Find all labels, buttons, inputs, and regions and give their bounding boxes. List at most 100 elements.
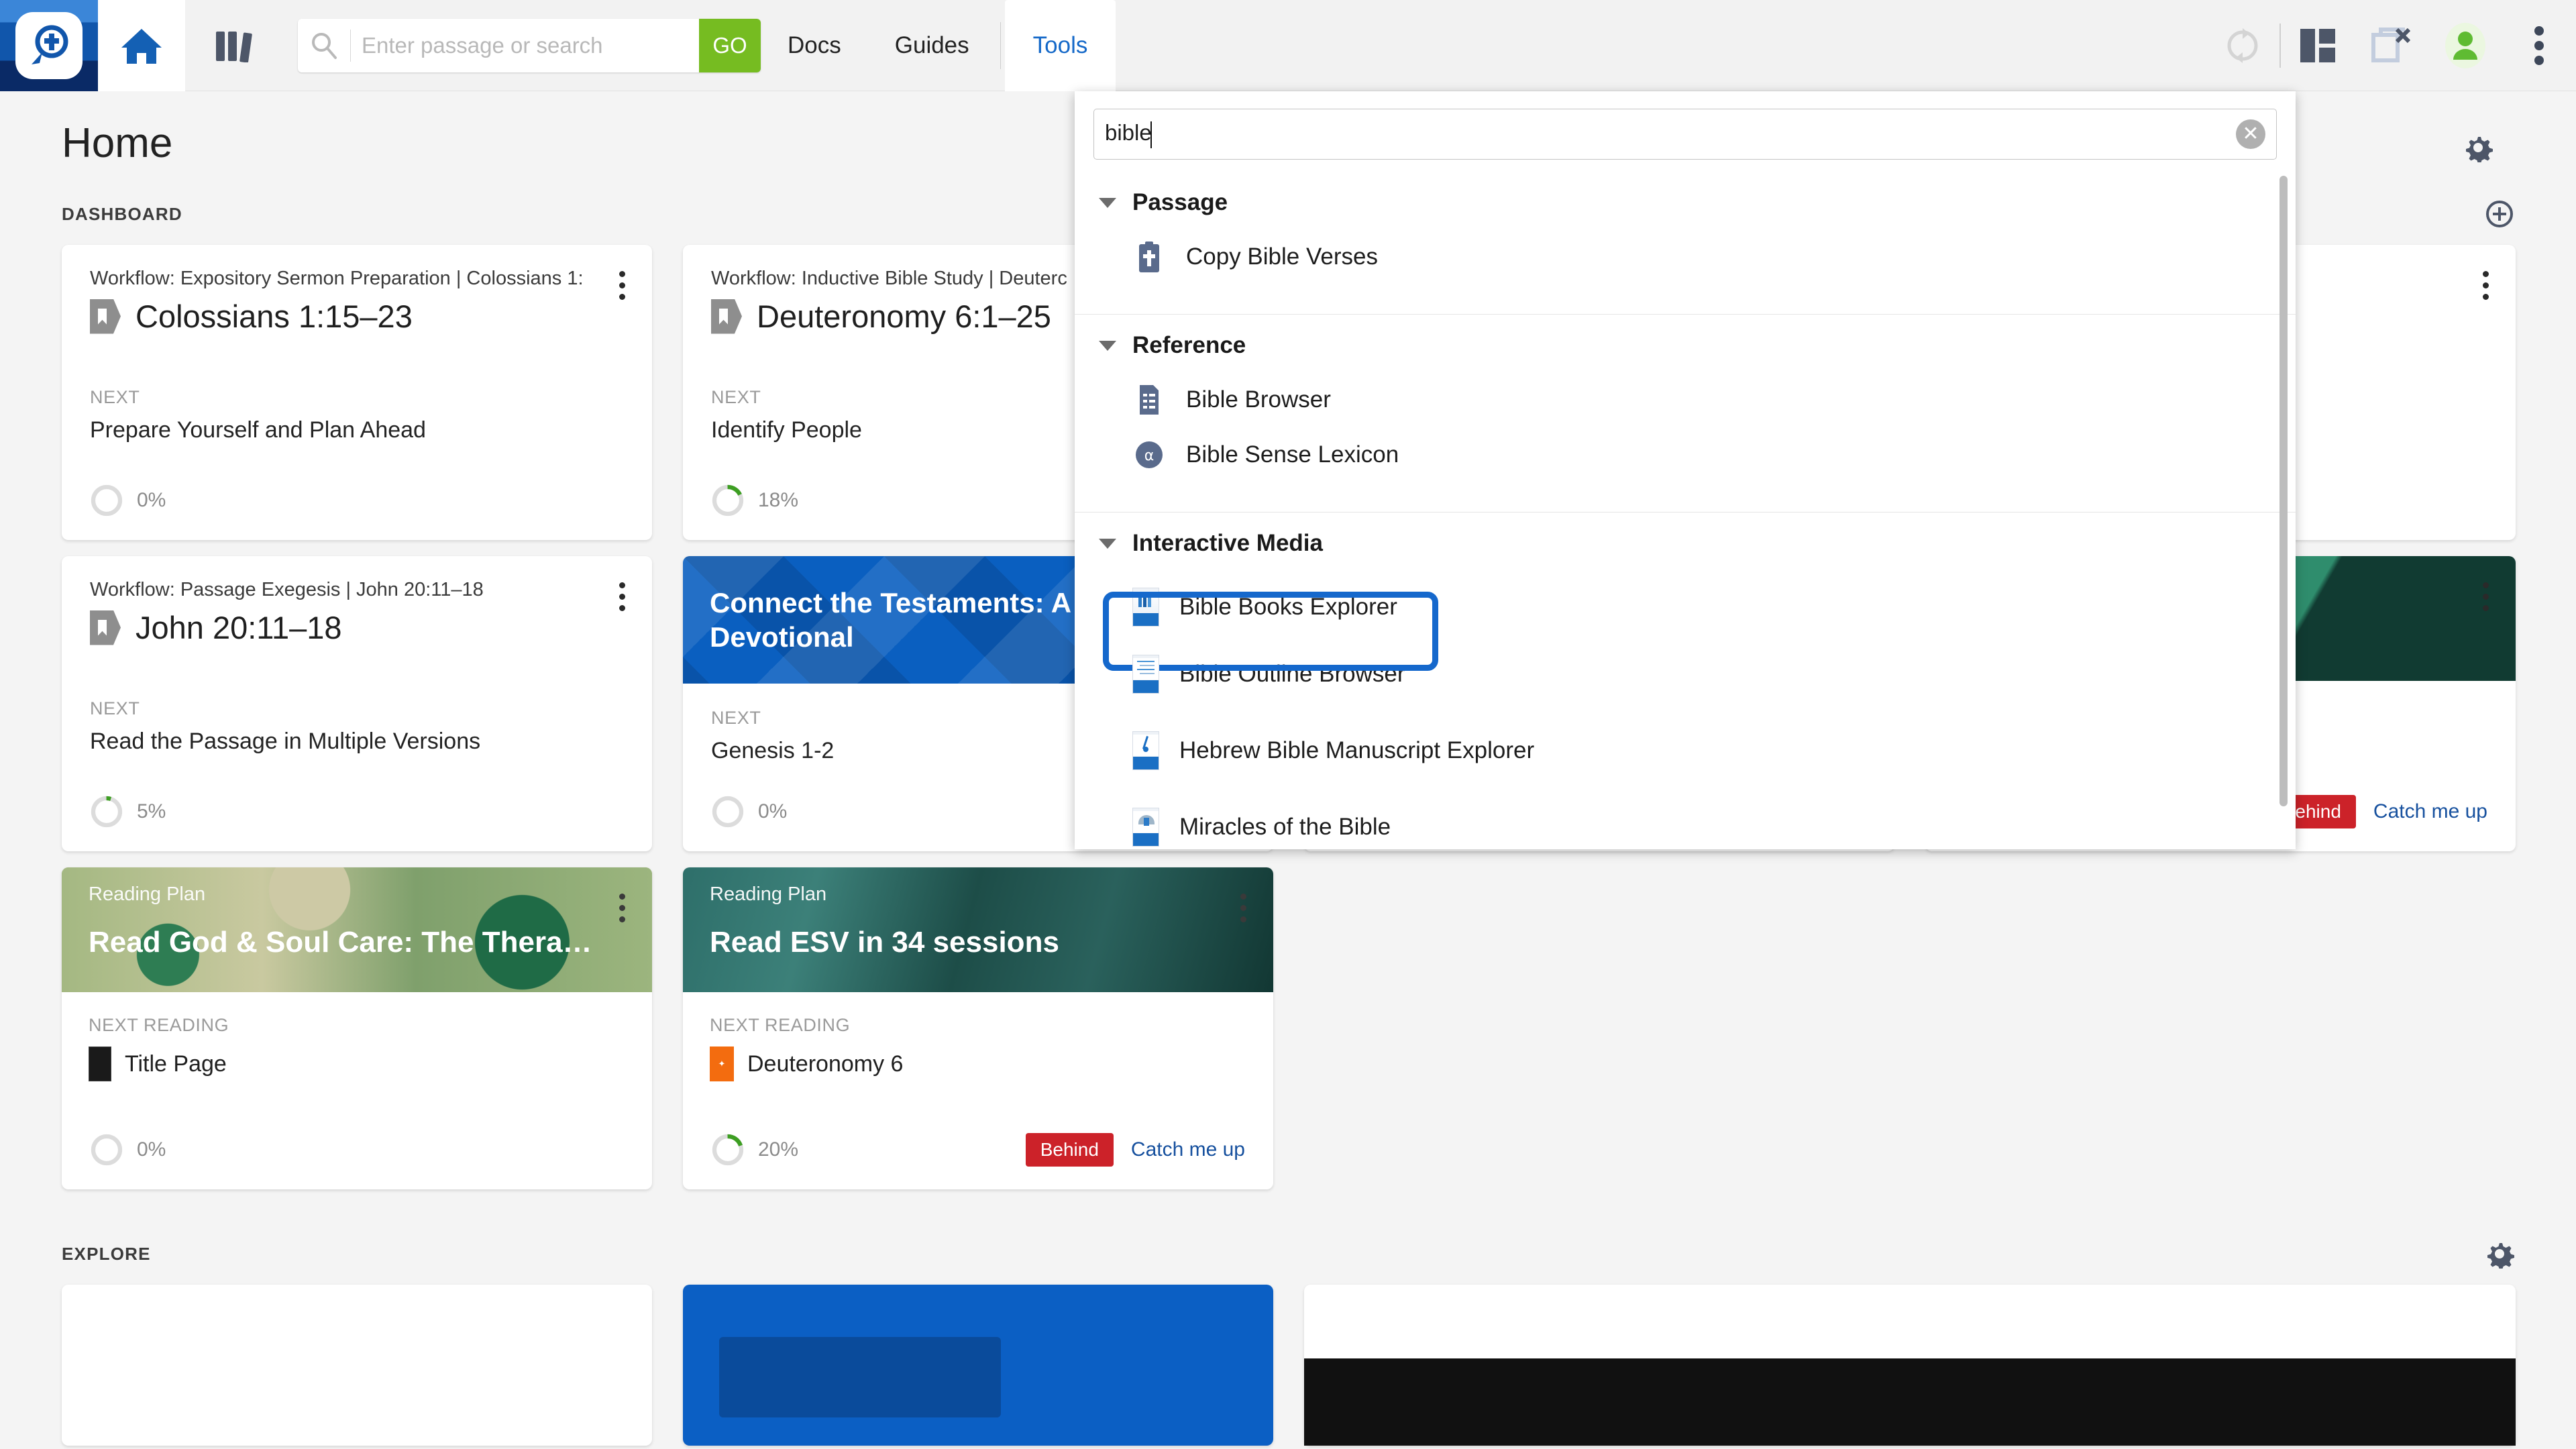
explore-section-label: EXPLORE — [62, 1243, 151, 1264]
media-tile-manuscript-icon — [1132, 731, 1159, 770]
triangle-down-icon[interactable] — [1099, 340, 1116, 351]
progress-label: 0% — [137, 489, 166, 511]
next-label: NEXT — [90, 698, 140, 718]
tools-item-copy-bible-verses[interactable]: Copy Bible Verses — [1075, 229, 2296, 284]
clipboard-cross-icon — [1132, 240, 1166, 274]
triangle-down-icon[interactable] — [1099, 538, 1116, 549]
media-tile-miracles-icon — [1132, 808, 1159, 847]
explore-card-wide[interactable] — [1304, 1285, 2516, 1446]
reading-plan-card[interactable]: Reading Plan Read ESV in 34 sessions NEX… — [683, 867, 1273, 1189]
next-reading-label: NEXT READING — [710, 1015, 851, 1035]
progress-label: 0% — [137, 1138, 166, 1161]
nav-docs[interactable]: Docs — [761, 0, 868, 91]
card-title: John 20:11–18 — [136, 610, 342, 645]
reading-plan-card[interactable]: Reading Plan Read God & Soul Care: The T… — [62, 867, 652, 1189]
dashboard-settings-gear[interactable] — [2463, 133, 2493, 162]
tools-item-label: Hebrew Bible Manuscript Explorer — [1179, 737, 1535, 763]
tools-group-header[interactable]: Reference — [1075, 315, 2296, 372]
card-menu-button[interactable] — [612, 576, 632, 616]
app-logo[interactable] — [0, 0, 98, 91]
tools-group-label: Interactive Media — [1132, 530, 1323, 556]
progress-ring — [712, 484, 744, 517]
explore-section-header: EXPLORE — [62, 1239, 2514, 1269]
progress-label: 0% — [758, 800, 788, 822]
progress-label: 18% — [758, 489, 799, 511]
progress-label: 20% — [758, 1138, 799, 1161]
tools-item-label: Bible Sense Lexicon — [1186, 441, 1399, 468]
logos-magnifier-cross-icon — [15, 12, 83, 79]
item-spacer — [1075, 781, 2296, 797]
workflow-card[interactable]: Workflow: Passage Exegesis | John 20:11–… — [62, 556, 652, 851]
bookmark-icon — [90, 299, 121, 334]
card-menu-button[interactable] — [612, 888, 632, 928]
card-menu-button[interactable] — [1233, 888, 1253, 928]
plan-kicker: Reading Plan — [710, 883, 827, 905]
progress-ring — [712, 1134, 744, 1166]
esv-bible-thumb-icon: ✦ — [710, 1046, 734, 1081]
search-icon — [298, 19, 350, 72]
plan-title: Read God & Soul Care: The Thera… — [89, 926, 592, 959]
close-all-icon[interactable] — [2355, 0, 2428, 91]
card-title: Deuteronomy 6:1–25 — [757, 299, 1051, 334]
tools-item-bible-sense-lexicon[interactable]: α Bible Sense Lexicon — [1075, 427, 2296, 482]
library-button[interactable] — [185, 0, 286, 91]
next-label: NEXT — [90, 387, 140, 407]
bookmark-icon — [90, 610, 121, 645]
sync-icon[interactable] — [2206, 0, 2279, 91]
media-tile-books-icon — [1132, 588, 1159, 627]
home-icon — [119, 26, 164, 65]
tools-search-input[interactable]: bible — [1105, 120, 2236, 148]
bookmark-icon — [711, 299, 742, 334]
workflow-card[interactable]: Workflow: Expository Sermon Preparation … — [62, 245, 652, 540]
catch-me-up-link[interactable]: Catch me up — [1131, 1138, 1245, 1161]
progress-ring — [91, 484, 123, 517]
card-title: Colossians 1:15–23 — [136, 299, 413, 334]
plan-cover-image: Reading Plan Read God & Soul Care: The T… — [62, 867, 652, 992]
tools-group-passage: Passage Copy Bible Verses — [1075, 172, 2296, 314]
tools-item-label: Bible Books Explorer — [1179, 594, 1397, 620]
search-go-button[interactable]: GO — [699, 19, 761, 72]
progress-ring — [91, 796, 123, 828]
nav-guides[interactable]: Guides — [868, 0, 996, 91]
next-value: Prepare Yourself and Plan Ahead — [90, 417, 426, 443]
top-bar: GO Docs Guides Tools — [0, 0, 2576, 91]
card-menu-button[interactable] — [2475, 265, 2496, 305]
next-reading-label: NEXT READING — [89, 1015, 229, 1035]
card-menu-button[interactable] — [612, 265, 632, 305]
book-cover-thumb-icon — [89, 1046, 111, 1081]
tools-item-bible-books-explorer[interactable]: Bible Books Explorer — [1075, 570, 2296, 644]
tools-item-miracles-of-the-bible[interactable]: Miracles of the Bible — [1075, 797, 2296, 849]
gear-icon[interactable] — [2485, 1239, 2514, 1269]
next-reading-value: Title Page — [125, 1051, 227, 1077]
media-tile-outline-icon — [1132, 655, 1159, 694]
plus-circle-icon[interactable] — [2485, 199, 2514, 229]
overflow-menu-icon[interactable] — [2502, 0, 2576, 91]
card-menu-button[interactable] — [2475, 576, 2496, 616]
triangle-down-icon[interactable] — [1099, 197, 1116, 208]
plan-cover-image: Reading Plan Read ESV in 34 sessions — [683, 867, 1273, 992]
tools-item-bible-outline-browser[interactable]: Bible Outline Browser — [1075, 644, 2296, 704]
tools-item-hebrew-bible-manuscript-explorer[interactable]: Hebrew Bible Manuscript Explorer — [1075, 720, 2296, 781]
text-caret — [1150, 121, 1152, 148]
clear-circle-icon[interactable]: ✕ — [2236, 119, 2265, 149]
explore-card[interactable] — [62, 1285, 652, 1446]
search-input[interactable] — [351, 19, 699, 72]
tools-group-interactive-media: Interactive Media Bible Books Explorer B… — [1075, 512, 2296, 849]
dropdown-scrollbar-thumb[interactable] — [2279, 176, 2288, 806]
home-button[interactable] — [98, 0, 185, 91]
tools-search-value: bible — [1105, 120, 1152, 146]
tools-group-header[interactable]: Passage — [1075, 172, 2296, 229]
account-avatar-icon[interactable] — [2428, 0, 2502, 91]
tools-group-header[interactable]: Interactive Media — [1075, 513, 2296, 570]
dashboard-section-label: DASHBOARD — [62, 203, 182, 224]
tools-item-bible-browser[interactable]: Bible Browser — [1075, 372, 2296, 427]
explore-card-inner-panel — [719, 1337, 1001, 1417]
explore-card-featured[interactable] — [683, 1285, 1273, 1446]
layout-panels-icon[interactable] — [2281, 0, 2355, 91]
catch-me-up-link[interactable]: Catch me up — [2373, 800, 2487, 823]
dropdown-scrollbar[interactable] — [2279, 176, 2288, 849]
nav-tools[interactable]: Tools — [1004, 0, 1116, 91]
tools-group-label: Reference — [1132, 332, 1246, 358]
